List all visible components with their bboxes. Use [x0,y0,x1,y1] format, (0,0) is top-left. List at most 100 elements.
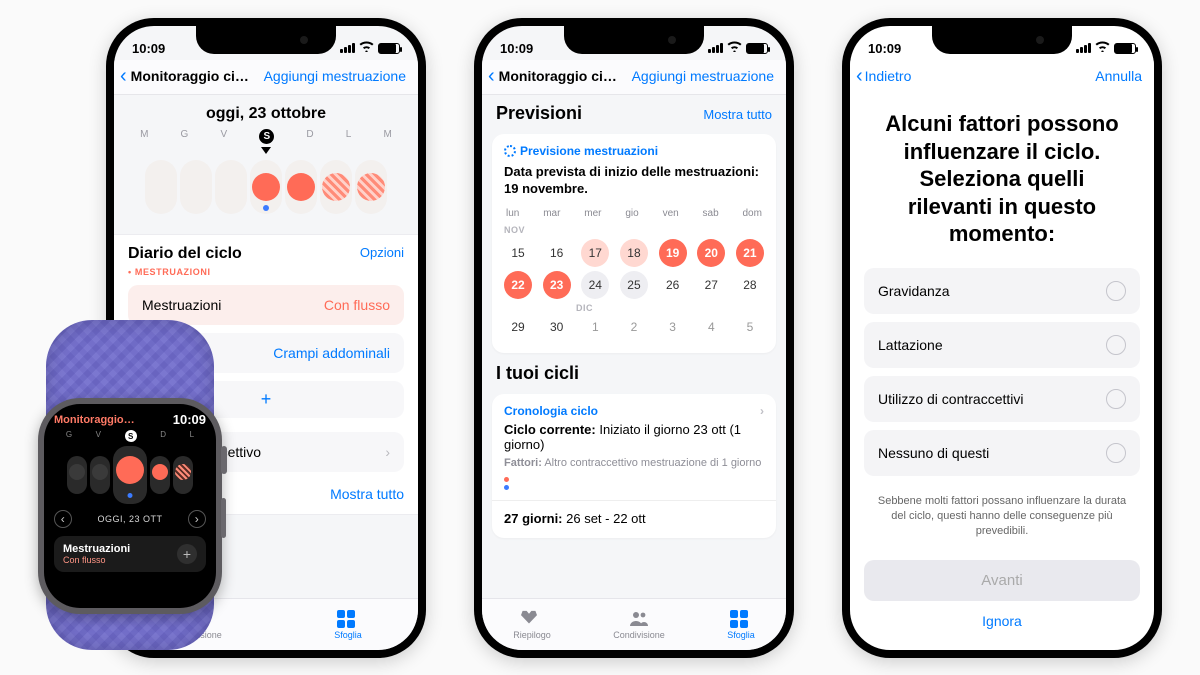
signal-icon [340,43,355,53]
heart-icon [521,610,543,628]
radio-icon [1106,389,1126,409]
cycles-card[interactable]: Cronologia ciclo › Ciclo corrente: Inizi… [492,394,776,538]
tab-browse[interactable]: Sfoglia [334,610,362,640]
calendar-day[interactable]: 20 [697,239,725,267]
month-label: DIC [576,303,593,313]
watch-log-value: Con flusso [63,555,130,565]
predictions-header: Previsioni Mostra tutto [482,95,786,128]
tab-summary[interactable]: Riepilogo [513,610,551,640]
watch-day-pill[interactable] [173,456,193,494]
calendar-day[interactable]: 29 [504,313,532,341]
signal-icon [1076,43,1091,53]
skip-button[interactable]: Ignora [850,601,1154,641]
day-pill-row[interactable] [114,154,418,226]
watch-date-nav: ‹ OGGI, 23 OTT › [54,510,206,528]
calendar-day[interactable]: 1 [581,313,609,341]
next-day-button[interactable]: › [188,510,206,528]
option-none[interactable]: Nessuno di questi [864,430,1140,476]
side-button[interactable] [221,498,226,538]
watch-day-pill[interactable] [67,456,87,494]
calendar-day[interactable]: 19 [659,239,687,267]
calendar-day[interactable]: 25 [620,271,648,299]
watch-date-label: OGGI, 23 OTT [97,514,162,524]
digital-crown[interactable] [221,446,227,474]
day-pill[interactable] [355,160,387,214]
calendar-day[interactable]: 4 [697,313,725,341]
current-cycle: Ciclo corrente: Iniziato il giorno 23 ot… [504,422,764,452]
previous-cycle: 27 giorni: 26 set - 22 ott [504,511,764,526]
calendar-day[interactable]: 27 [697,271,725,299]
calendar-day[interactable]: 23 [543,271,571,299]
weekday: L [346,129,352,144]
prediction-text: Data prevista di inizio delle mestruazio… [504,164,764,198]
watch-day-pill[interactable] [90,456,110,494]
calendar-day[interactable]: 18 [620,239,648,267]
option-contraceptive[interactable]: Utilizzo di contraccettivi [864,376,1140,422]
history-link[interactable]: Cronologia ciclo › [504,404,764,418]
radio-icon [1106,443,1126,463]
menstruation-row[interactable]: Mestruazioni Con flusso [128,285,404,325]
iphone-predictions: 10:09 ‹ Monitoraggio ci… Aggiungi mestru… [474,18,794,658]
calendar-day[interactable]: 24 [581,271,609,299]
calendar-day[interactable]: 22 [504,271,532,299]
back-button[interactable]: ‹ [120,66,127,86]
people-icon [628,610,650,628]
show-all-link[interactable]: Mostra tutto [703,107,772,122]
back-button[interactable]: ‹ [488,66,495,86]
factors: Fattori: Altro contraccettivo mestruazio… [504,456,764,471]
watch-day-pill[interactable] [150,456,170,494]
options-link[interactable]: Opzioni [360,245,404,260]
option-pregnancy[interactable]: Gravidanza [864,268,1140,314]
day-pill[interactable] [145,160,177,214]
calendar-day[interactable]: 15 [504,239,532,267]
notch [932,26,1072,54]
day-pill[interactable] [215,160,247,214]
calendar-day[interactable]: 17 [581,239,609,267]
grid-icon [337,610,359,628]
calendar-day[interactable]: 3 [659,313,687,341]
day-pill-today[interactable] [250,160,282,214]
watch-weekdays: GV S DL [54,430,206,442]
calendar-day[interactable]: 2 [620,313,648,341]
tab-bar: Riepilogo Condivisione Sfoglia [482,598,786,650]
weekday: M [384,129,392,144]
status-time: 10:09 [868,41,901,56]
footnote: Sebbene molti fattori possano influenzar… [850,484,1154,554]
next-button[interactable]: Avanti [864,560,1140,601]
calendar-day[interactable]: 30 [543,313,571,341]
watch-time: 10:09 [173,412,206,427]
calendar-day[interactable]: 28 [736,271,764,299]
loading-icon [504,145,516,157]
chevron-left-icon: ‹ [120,66,127,86]
row-label: Mestruazioni [142,297,221,313]
day-pill[interactable] [180,160,212,214]
add-period-button[interactable]: Aggiungi mestruazione [264,68,406,84]
tab-browse[interactable]: Sfoglia [727,610,755,640]
calendar-day[interactable]: 26 [659,271,687,299]
day-pill[interactable] [320,160,352,214]
prediction-card[interactable]: Previsione mestruazioni Data prevista di… [492,134,776,353]
watch-case: Monitoraggio… 10:09 GV S DL ‹ O [38,398,222,614]
option-lactation[interactable]: Lattazione [864,322,1140,368]
nav-bar: ‹Indietro Annulla [850,60,1154,94]
nav-bar: ‹ Monitoraggio ci… Aggiungi mestruazione [482,60,786,95]
calendar-day[interactable]: 21 [736,239,764,267]
tab-sharing[interactable]: Condivisione [613,610,665,640]
back-button[interactable]: ‹Indietro [856,66,911,86]
wifi-icon [1095,41,1110,55]
add-period-button[interactable]: Aggiungi mestruazione [632,68,774,84]
weekday: V [220,129,227,144]
calendar-header: lunmarmergiovensabdom [504,208,764,219]
cancel-button[interactable]: Annulla [1095,68,1142,84]
add-button[interactable]: + [177,544,197,564]
watch-log-row[interactable]: Mestruazioni Con flusso + [54,536,206,572]
battery-icon [1114,43,1136,54]
watch-app-title: Monitoraggio… [54,414,135,426]
prev-day-button[interactable]: ‹ [54,510,72,528]
calendar-day[interactable]: 16 [543,239,571,267]
watch-day-pill-today[interactable] [113,446,147,504]
prediction-link[interactable]: Previsione mestruazioni [504,144,764,158]
watch-pill-row[interactable] [54,446,206,504]
calendar-day[interactable]: 5 [736,313,764,341]
day-pill[interactable] [285,160,317,214]
